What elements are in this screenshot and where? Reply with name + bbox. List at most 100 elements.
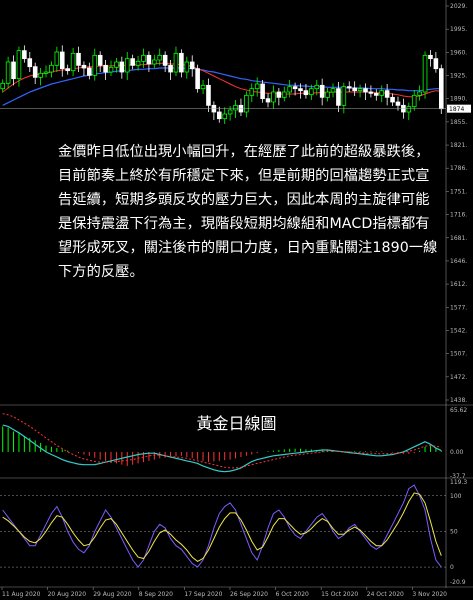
candle-body [292, 86, 298, 90]
candle-body [309, 88, 314, 96]
price-tick-label: 1681. [450, 235, 467, 242]
candle-body [433, 58, 439, 70]
candle-body [108, 66, 114, 73]
candle-body [195, 68, 200, 90]
candle-body [411, 94, 417, 108]
candle-body [336, 88, 341, 106]
candle-body [287, 86, 292, 93]
current-price-label: 1874 [449, 106, 464, 113]
candle-body [59, 51, 65, 70]
osc-tick-label: -20.9 [450, 579, 466, 586]
candle-body [152, 59, 157, 65]
candle-body [303, 90, 309, 96]
candle-body [244, 94, 249, 113]
candle-body [260, 83, 265, 100]
time-tick-label: 24 Oct 2020 [367, 591, 404, 598]
candle-body [276, 91, 282, 98]
price-tick-label: 1960. [450, 49, 467, 56]
candle-body [271, 91, 276, 103]
candle-body [11, 61, 16, 80]
candle-body [357, 88, 363, 92]
candle-body [130, 58, 135, 66]
candle-body [379, 90, 385, 96]
candle-body [222, 113, 228, 120]
candle-body [54, 51, 60, 66]
candle-body [227, 109, 233, 115]
candle-body [319, 84, 325, 98]
candle-body [428, 54, 433, 60]
candle-body [157, 54, 163, 61]
osc-tick-label: 50 [450, 528, 458, 535]
candle-body [390, 96, 395, 103]
candle-body [330, 88, 336, 93]
candle-body [341, 86, 347, 106]
candle-body [5, 61, 11, 84]
candle-body [65, 68, 70, 72]
time-tick-label: 29 Aug 2020 [93, 591, 132, 598]
price-tick-label: 1542. [450, 327, 467, 334]
price-tick-label: 1995. [450, 26, 467, 33]
candle-body [76, 52, 81, 66]
candle-body [206, 84, 211, 106]
price-tick-label: 1612. [450, 281, 467, 288]
price-tick-label: 1472. [450, 374, 467, 381]
candle-body [124, 58, 130, 73]
candle-body [27, 58, 33, 68]
price-tick-label: 1751. [450, 188, 467, 195]
price-tick-label: 1821. [450, 142, 467, 149]
candle-body [92, 54, 98, 76]
time-tick-label: 26 Sep 2020 [230, 591, 268, 598]
analysis-text: 金價昨日低位出現小幅回升，在經歷了此前的超級暴跌後，目前節奏上終於有所穩定下來，… [58, 144, 438, 280]
candle-body [352, 87, 357, 92]
time-tick-label: 17 Sep 2020 [184, 591, 222, 598]
price-tick-label: 1786. [450, 165, 467, 172]
price-tick-label: 2029. [450, 3, 467, 10]
candle-body [216, 111, 222, 120]
candle-body [346, 86, 352, 89]
candle-body [103, 64, 108, 73]
time-tick-label: 20 Aug 2020 [48, 591, 87, 598]
macd-tick-label: 0.00 [450, 449, 464, 456]
candle-body [162, 54, 168, 66]
candle-body [384, 90, 390, 98]
candle-body [87, 67, 92, 76]
candle-body [0, 82, 6, 90]
price-tick-label: 1855. [450, 119, 467, 126]
osc-tick-label: 0 [450, 564, 454, 571]
panel-title: 黃金日線圖 [196, 414, 277, 433]
candle-body [146, 54, 152, 65]
candle-body [368, 91, 374, 94]
candle-body [314, 84, 320, 90]
candle-body [395, 101, 401, 106]
price-tick-label: 1438. [450, 397, 467, 404]
candle-body [406, 106, 412, 113]
candle-body [281, 91, 287, 98]
time-tick-label: 11 Aug 2020 [2, 591, 41, 598]
candle-body [135, 60, 141, 66]
candle-body [325, 91, 330, 98]
candle-body [119, 61, 125, 73]
candle-body [141, 54, 146, 62]
candle-body [417, 91, 422, 96]
time-tick-label: 15 Oct 2020 [321, 591, 358, 598]
candle-body [168, 64, 173, 73]
price-tick-label: 1716. [450, 212, 467, 219]
price-tick-label: 1507. [450, 351, 467, 358]
candle-body [16, 50, 22, 80]
candle-body [179, 52, 184, 73]
candle-body [254, 83, 260, 90]
candle-body [363, 88, 368, 93]
candle-body [200, 84, 206, 90]
gold-daily-chart: 2029. 1995. 1960. 1925. 1890. 1855. 1821. 1786.… [0, 0, 473, 600]
time-tick-label: 6 Oct 2020 [276, 591, 309, 598]
candle-body [173, 52, 179, 73]
candle-body [422, 54, 428, 93]
time-tick-label: 8 Sep 2020 [139, 591, 173, 598]
candle-body [43, 71, 49, 74]
candle-body [438, 68, 444, 110]
candle-body [49, 64, 54, 73]
price-tick-label: 1890. [450, 96, 467, 103]
time-tick-label: 3 Nov 2020 [412, 591, 447, 598]
candle-body [32, 66, 38, 78]
candle-body [22, 50, 27, 60]
